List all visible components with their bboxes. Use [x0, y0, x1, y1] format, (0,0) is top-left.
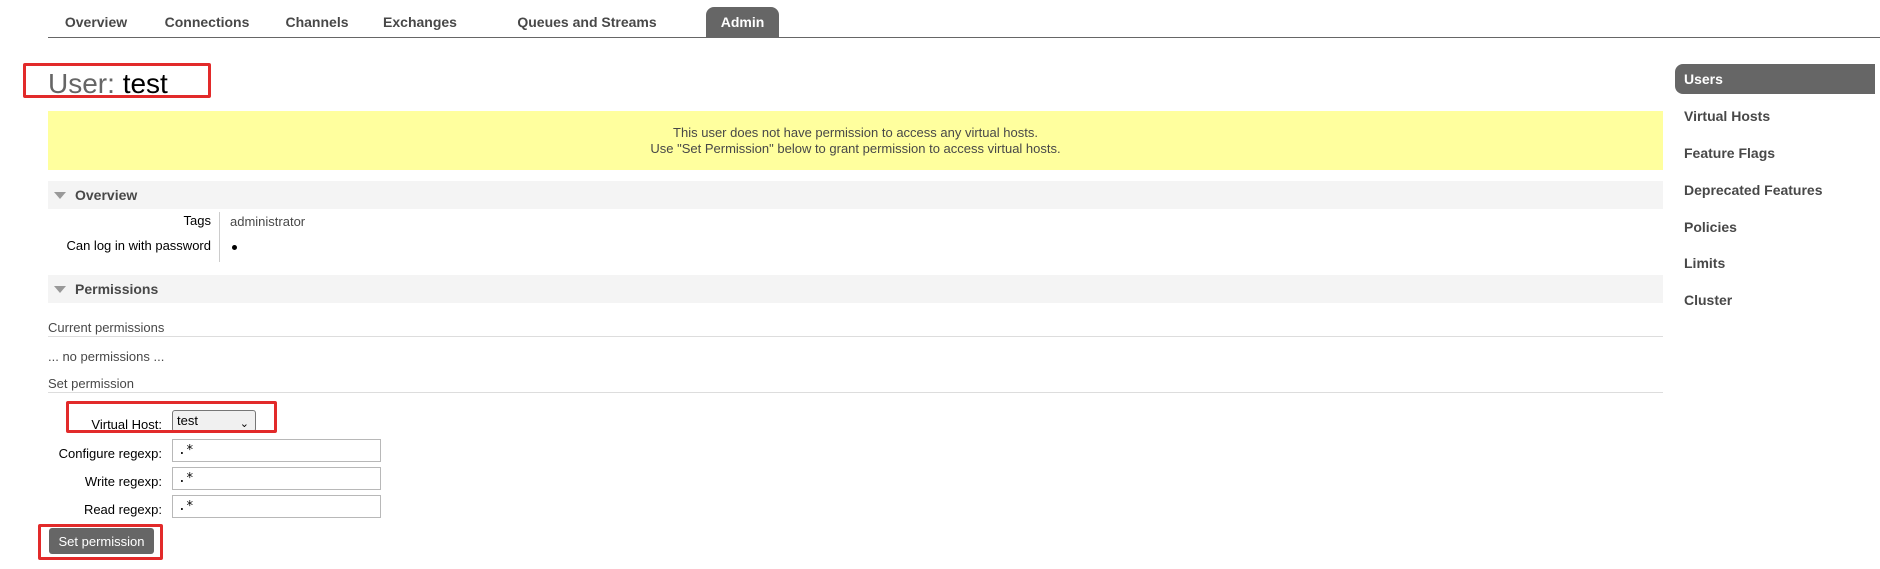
tab-exchanges[interactable]: Exchanges: [372, 7, 468, 37]
no-permission-warning: This user does not have permission to ac…: [48, 111, 1663, 170]
sidebar-item-virtual-hosts[interactable]: Virtual Hosts: [1675, 101, 1875, 131]
collapse-triangle-icon: [54, 285, 66, 293]
permissions-section-title: Permissions: [75, 281, 159, 297]
current-permissions-divider: [48, 336, 1663, 337]
page-title: User: test: [48, 66, 168, 102]
tab-overview[interactable]: Overview: [48, 7, 144, 37]
tab-channels[interactable]: Channels: [270, 7, 364, 37]
warning-line-1: This user does not have permission to ac…: [673, 125, 1038, 140]
warning-line-2: Use "Set Permission" below to grant perm…: [650, 141, 1061, 156]
read-regexp-label: Read regexp:: [83, 502, 162, 517]
tab-admin[interactable]: Admin: [706, 7, 779, 37]
configure-regexp-input[interactable]: [172, 439, 381, 462]
sidebar-item-feature-flags[interactable]: Feature Flags: [1675, 138, 1875, 168]
sidebar-item-cluster[interactable]: Cluster: [1675, 285, 1875, 315]
page-title-prefix: User:: [48, 68, 115, 99]
virtual-host-select[interactable]: test ⌄: [172, 410, 256, 432]
sidebar-item-deprecated-features[interactable]: Deprecated Features: [1675, 175, 1875, 205]
write-regexp-label: Write regexp:: [84, 474, 162, 489]
overview-section-toggle[interactable]: Overview: [48, 181, 1663, 209]
password-login-dot-icon: [232, 245, 237, 250]
read-regexp-input[interactable]: [172, 495, 381, 518]
set-permission-heading: Set permission: [48, 376, 134, 391]
password-login-label: Can log in with password: [66, 238, 211, 253]
sidebar-item-policies[interactable]: Policies: [1675, 212, 1875, 242]
main-tab-bar: Overview Connections Channels Exchanges …: [48, 7, 1880, 38]
tags-label: Tags: [183, 213, 211, 228]
permissions-section-toggle[interactable]: Permissions: [48, 275, 1663, 303]
configure-regexp-label: Configure regexp:: [58, 446, 162, 461]
no-permissions-text: ... no permissions ...: [48, 349, 165, 364]
collapse-triangle-icon: [54, 191, 66, 199]
tab-connections[interactable]: Connections: [152, 7, 262, 37]
overview-section-title: Overview: [75, 187, 138, 203]
tags-value: administrator: [230, 214, 306, 229]
sidebar-item-users[interactable]: Users: [1675, 64, 1875, 94]
sidebar-item-limits[interactable]: Limits: [1675, 248, 1875, 278]
overview-divider: [219, 212, 220, 262]
current-permissions-heading: Current permissions: [48, 320, 165, 335]
virtual-host-selected-value: test: [177, 413, 198, 428]
tab-queues-and-streams[interactable]: Queues and Streams: [476, 7, 698, 37]
virtual-host-label: Virtual Host:: [91, 417, 162, 432]
page-title-username: test: [122, 68, 168, 99]
write-regexp-input[interactable]: [172, 467, 381, 490]
chevron-down-icon: ⌄: [239, 418, 249, 430]
set-permission-button[interactable]: Set permission: [49, 528, 154, 554]
set-permission-divider: [48, 392, 1663, 393]
